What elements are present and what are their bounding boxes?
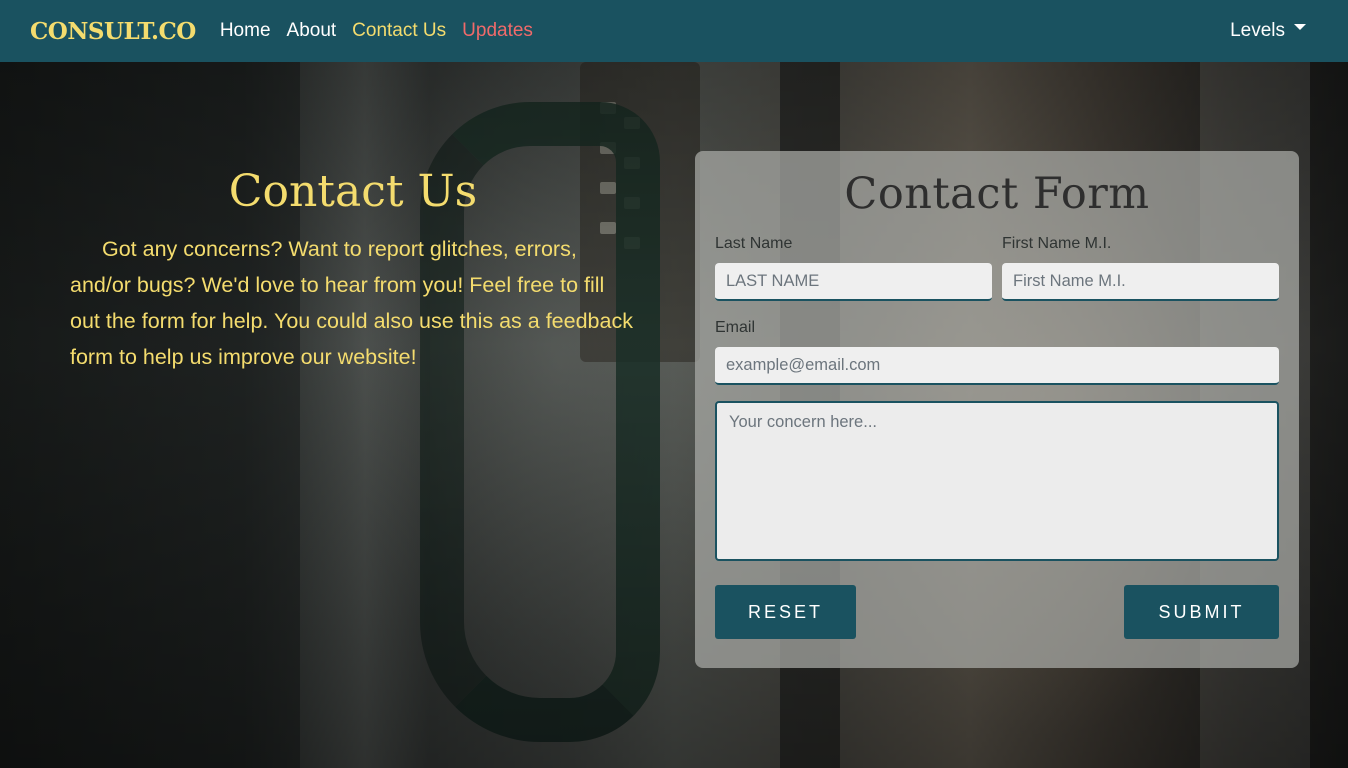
submit-button[interactable]: SUBMIT [1124,585,1279,639]
levels-dropdown-label: Levels [1230,20,1285,41]
nav-link-contact[interactable]: Contact Us [352,20,446,42]
navbar: CONSULT.CO Home About Contact Us Updates… [0,0,1348,62]
nav-link-updates[interactable]: Updates [462,20,533,42]
nav-link-about[interactable]: About [287,20,337,42]
contact-heading: Contact Us [228,166,478,217]
email-label: Email [715,319,756,336]
last-name-label: Last Name [715,235,793,252]
name-row: Last Name First Name M.I. [715,235,1279,301]
contact-description: Got any concerns? Want to report glitche… [70,237,633,369]
contact-form-title: Contact Form [844,169,1150,219]
last-name-input[interactable] [715,263,992,301]
brand-logo[interactable]: CONSULT.CO [30,18,196,45]
first-name-input[interactable] [1002,263,1279,301]
reset-button[interactable]: RESET [715,585,856,639]
contact-intro: Contact Us Got any concerns? Want to rep… [70,166,636,375]
form-actions: RESET SUBMIT [715,585,1279,639]
first-name-label: First Name M.I. [1002,235,1112,252]
levels-dropdown[interactable]: Levels [1230,20,1306,42]
caret-down-icon [1294,24,1306,30]
nav-link-home[interactable]: Home [220,20,271,42]
email-input[interactable] [715,347,1279,385]
concern-textarea[interactable] [715,401,1279,561]
contact-form: Contact Form Last Name First Name M.I. E… [695,151,1299,668]
